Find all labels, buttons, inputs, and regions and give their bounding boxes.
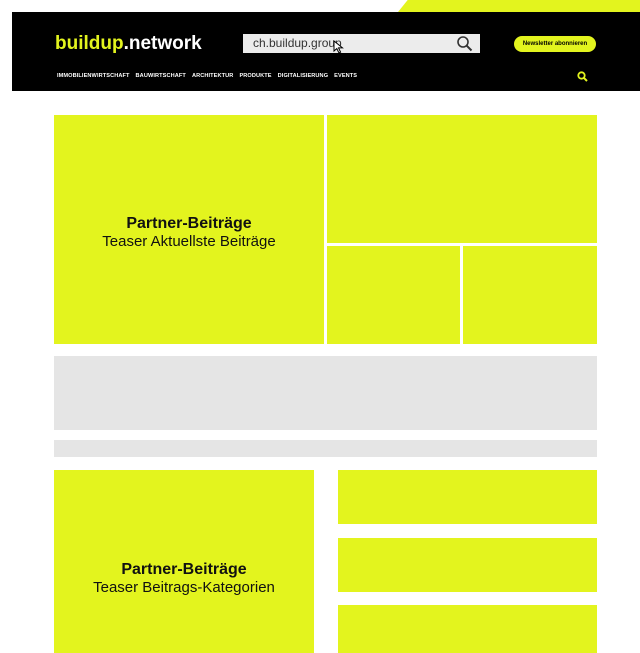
teaser-categories-title: Partner-Beiträge	[121, 561, 247, 578]
logo-suffix: .network	[123, 33, 202, 54]
teaser-category-item-3[interactable]	[338, 605, 597, 653]
teaser-categories-text: Partner-Beiträge Teaser Beitrags-Kategor…	[54, 560, 314, 597]
teaser-category-item-2[interactable]	[338, 538, 597, 592]
site-logo[interactable]: buildup.network	[55, 33, 202, 55]
banner-placeholder	[54, 356, 597, 430]
nav-item-architektur[interactable]: ARCHITEKTUR	[192, 73, 234, 79]
nav-item-immobilienwirtschaft[interactable]: IMMOBILIENWIRTSCHAFT	[57, 73, 130, 79]
teaser-categories-subtitle: Teaser Beitrags-Kategorien	[93, 579, 275, 596]
header-accent-stripe	[398, 0, 640, 12]
mouse-cursor-icon	[333, 40, 344, 54]
teaser-latest-title: Partner-Beiträge	[126, 215, 252, 232]
nav-item-digitalisierung[interactable]: DIGITALISIERUNG	[278, 73, 329, 79]
search-bar[interactable]: ch.buildup.group	[243, 34, 480, 54]
teaser-latest-subtitle: Teaser Aktuellste Beiträge	[102, 233, 276, 250]
nav-item-bauwirtschaft[interactable]: BAUWIRTSCHAFT	[136, 73, 186, 79]
main-navigation: IMMOBILIENWIRTSCHAFT BAUWIRTSCHAFT ARCHI…	[57, 73, 357, 79]
teaser-latest-bottom-right[interactable]	[463, 246, 597, 344]
search-input[interactable]: ch.buildup.group	[253, 36, 342, 51]
logo-brand: buildup	[55, 33, 124, 54]
nav-item-events[interactable]: EVENTS	[334, 73, 357, 79]
nav-item-produkte[interactable]: PRODUKTE	[239, 73, 271, 79]
teaser-latest-text: Partner-Beiträge Teaser Aktuellste Beitr…	[54, 214, 324, 251]
teaser-latest-bottom-left[interactable]	[327, 246, 460, 344]
page: buildup.network ch.buildup.group Newslet…	[0, 0, 640, 653]
teaser-category-item-1[interactable]	[338, 470, 597, 524]
nav-search-icon[interactable]	[577, 71, 588, 82]
teaser-categories-main[interactable]: Partner-Beiträge Teaser Beitrags-Kategor…	[54, 470, 314, 653]
teaser-latest-main[interactable]: Partner-Beiträge Teaser Aktuellste Beitr…	[54, 115, 324, 344]
newsletter-subscribe-button[interactable]: Newsletter abonnieren	[514, 36, 596, 52]
search-icon[interactable]	[456, 35, 474, 53]
teaser-latest-top-right[interactable]	[327, 115, 597, 243]
divider-placeholder	[54, 440, 597, 457]
